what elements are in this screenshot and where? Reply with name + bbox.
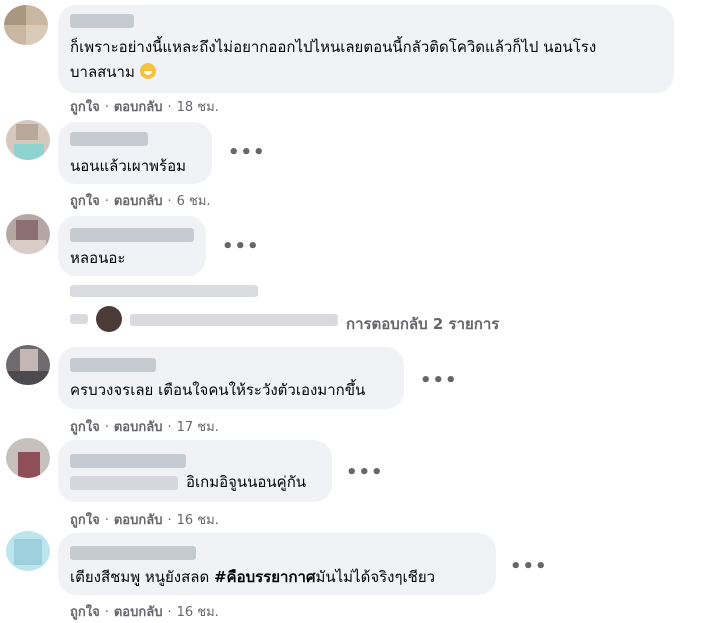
avatar[interactable] bbox=[6, 345, 50, 385]
comment-actions: ถูกใจ · ตอบกลับ · 16 ชม. bbox=[70, 605, 219, 620]
comment-actions: ถูกใจ · ตอบกลับ · 18 ชม. bbox=[70, 100, 219, 115]
hashtag-link[interactable]: #คือบรรยากาศ bbox=[214, 568, 315, 586]
like-link[interactable]: ถูกใจ bbox=[70, 194, 100, 209]
comment-time[interactable]: 6 ชม. bbox=[177, 194, 211, 209]
comment-time[interactable]: 16 ชม. bbox=[177, 605, 219, 620]
commenter-name[interactable] bbox=[70, 14, 134, 28]
comment-text: อิเกมอิจูนนอนคู่กัน bbox=[186, 473, 307, 491]
reply-link[interactable]: ตอบกลับ bbox=[114, 420, 163, 435]
comment-actions: ถูกใจ · ตอบกลับ · 17 ชม. bbox=[70, 420, 219, 435]
comment-text: เตียงสีชมพู หนูยังสลด #คือบรรยากาศมันไม่… bbox=[70, 568, 436, 586]
blurred-reply-marker bbox=[70, 314, 88, 324]
like-link[interactable]: ถูกใจ bbox=[70, 420, 100, 435]
reply-link[interactable]: ตอบกลับ bbox=[114, 513, 163, 528]
avatar[interactable] bbox=[4, 5, 48, 45]
comment-text-line-2: บาลสนาม bbox=[70, 62, 156, 83]
commenter-name[interactable] bbox=[70, 454, 186, 468]
blurred-reply-author bbox=[130, 314, 338, 326]
like-link[interactable]: ถูกใจ bbox=[70, 605, 100, 620]
avatar[interactable] bbox=[6, 120, 50, 160]
like-link[interactable]: ถูกใจ bbox=[70, 100, 100, 115]
comment-text: ก็เพราะอย่างนี้แหละถึงไม่อยากออกไปไหนเลย… bbox=[70, 38, 597, 56]
avatar[interactable] bbox=[6, 214, 50, 254]
comment-text: นอนแล้วเผาพร้อม bbox=[70, 157, 186, 175]
more-options-icon[interactable]: ••• bbox=[510, 556, 548, 577]
comment-text: ครบวงจรเลย เตือนใจคนให้ระวังตัวเองมากขึ้… bbox=[70, 381, 366, 399]
commenter-name[interactable] bbox=[70, 546, 196, 560]
comment-actions: ถูกใจ · ตอบกลับ · 6 ชม. bbox=[70, 194, 211, 209]
comment-time[interactable]: 17 ชม. bbox=[177, 420, 219, 435]
commenter-name[interactable] bbox=[70, 358, 156, 372]
avatar[interactable] bbox=[6, 438, 50, 478]
reply-link[interactable]: ตอบกลับ bbox=[114, 100, 163, 115]
commenter-name[interactable] bbox=[70, 132, 148, 146]
comment-text: หลอนอะ bbox=[70, 249, 126, 267]
view-replies-link[interactable]: การตอบกลับ 2 รายการ bbox=[346, 312, 499, 336]
like-link[interactable]: ถูกใจ bbox=[70, 513, 100, 528]
more-options-icon[interactable]: ••• bbox=[346, 462, 384, 483]
comment-time[interactable]: 16 ชม. bbox=[177, 513, 219, 528]
blurred-tagged-name bbox=[70, 476, 178, 490]
grinning-face-emoji bbox=[139, 63, 156, 79]
reply-link[interactable]: ตอบกลับ bbox=[114, 194, 163, 209]
commenter-name[interactable] bbox=[70, 228, 194, 242]
comment-actions: ถูกใจ · ตอบกลับ · 16 ชม. bbox=[70, 513, 219, 528]
reply-avatar bbox=[96, 306, 122, 332]
avatar[interactable] bbox=[6, 531, 50, 571]
more-options-icon[interactable]: ••• bbox=[420, 370, 458, 391]
blurred-comment-actions bbox=[70, 285, 258, 297]
more-options-icon[interactable]: ••• bbox=[222, 236, 260, 257]
comment-time[interactable]: 18 ชม. bbox=[177, 100, 219, 115]
reply-link[interactable]: ตอบกลับ bbox=[114, 605, 163, 620]
more-options-icon[interactable]: ••• bbox=[228, 142, 266, 163]
